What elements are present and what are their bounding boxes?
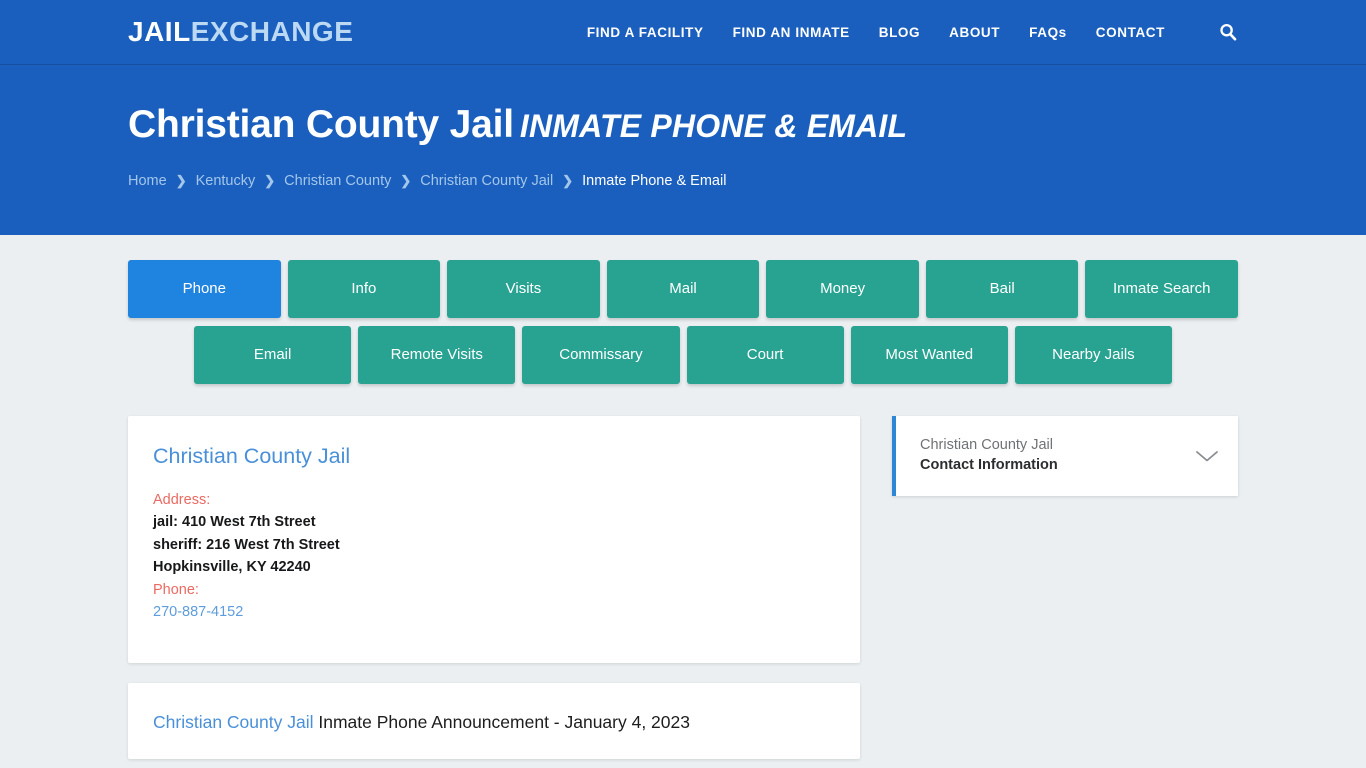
breadcrumb-item-kentucky[interactable]: Kentucky <box>196 173 256 189</box>
contact-information-accordion[interactable]: Christian County Jail Contact Informatio… <box>892 415 1238 496</box>
site-logo[interactable]: JAILEXCHANGE <box>128 18 353 46</box>
page-title: Christian County Jail INMATE PHONE & EMAI… <box>128 103 1238 147</box>
nav-about[interactable]: ABOUT <box>949 25 1000 40</box>
accordion-facility-name: Christian County Jail <box>920 437 1053 454</box>
site-header: JAILEXCHANGE FIND A FACILITY FIND AN INM… <box>0 0 1366 235</box>
tab-info[interactable]: Info <box>287 259 441 318</box>
top-navigation-bar: JAILEXCHANGE FIND A FACILITY FIND AN INM… <box>0 0 1366 65</box>
nav-links: FIND A FACILITY FIND AN INMATE BLOG ABOU… <box>587 22 1238 42</box>
tab-bar-row-2: Email Remote Visits Commissary Court Mos… <box>128 325 1238 384</box>
main-column: Christian County Jail Address: jail: 410… <box>128 415 860 760</box>
facility-name-link[interactable]: Christian County Jail <box>153 444 835 469</box>
breadcrumb-separator: ❯ <box>264 172 276 188</box>
tab-commissary[interactable]: Commissary <box>522 325 680 384</box>
search-icon[interactable] <box>1218 22 1238 42</box>
page-title-main: Christian County Jail <box>128 103 514 146</box>
breadcrumb-item-home[interactable]: Home <box>128 173 167 189</box>
breadcrumb: Home ❯ Kentucky ❯ Christian County ❯ Chr… <box>128 173 1238 235</box>
address-line-sheriff: sheriff: 216 West 7th Street <box>153 536 340 553</box>
phone-number-link[interactable]: 270-887-4152 <box>153 601 243 623</box>
phone-label: Phone: <box>153 581 199 598</box>
announcement-card: Christian County Jail Inmate Phone Annou… <box>128 683 860 760</box>
tab-email[interactable]: Email <box>193 325 352 384</box>
tab-bar-row-1: Phone Info Visits Mail Money Bail Inmate… <box>128 259 1239 318</box>
nav-faqs[interactable]: FAQs <box>1029 25 1067 40</box>
tab-nearby-jails[interactable]: Nearby Jails <box>1014 325 1173 384</box>
accordion-heading: Contact Information <box>920 456 1058 473</box>
tab-remote-visits[interactable]: Remote Visits <box>358 325 516 384</box>
breadcrumb-item-christian-county[interactable]: Christian County <box>284 173 391 189</box>
breadcrumb-item-current: Inmate Phone & Email <box>582 172 727 189</box>
address-line-city-state-zip: Hopkinsville, KY 42240 <box>153 559 311 576</box>
address-label: Address: <box>153 491 211 508</box>
nav-blog[interactable]: BLOG <box>879 25 920 40</box>
address-line-jail: jail: 410 West 7th Street <box>153 514 316 531</box>
announcement-title-rest: Inmate Phone Announcement - January 4, 2… <box>313 712 690 733</box>
logo-text-jail: JAIL <box>128 16 191 47</box>
page-title-band: Christian County Jail INMATE PHONE & EMAI… <box>0 65 1366 235</box>
facility-info-card: Christian County Jail Address: jail: 410… <box>128 415 860 664</box>
tab-court[interactable]: Court <box>686 325 844 384</box>
announcement-title: Christian County Jail Inmate Phone Annou… <box>153 711 835 734</box>
nav-contact[interactable]: CONTACT <box>1096 25 1165 40</box>
tab-most-wanted[interactable]: Most Wanted <box>850 325 1008 384</box>
logo-text-exchange: EXCHANGE <box>190 16 354 47</box>
nav-find-a-facility[interactable]: FIND A FACILITY <box>587 25 704 40</box>
nav-find-an-inmate[interactable]: FIND AN INMATE <box>733 25 850 40</box>
tab-money[interactable]: Money <box>766 259 919 318</box>
breadcrumb-separator: ❯ <box>175 172 187 188</box>
tab-visits[interactable]: Visits <box>447 259 600 318</box>
accordion-text: Christian County Jail Contact Informatio… <box>920 436 1184 475</box>
content-columns: Christian County Jail Address: jail: 410… <box>128 415 1238 760</box>
page-content: Phone Info Visits Mail Money Bail Inmate… <box>0 259 1366 760</box>
tab-inmate-search[interactable]: Inmate Search <box>1085 259 1239 318</box>
tab-bail[interactable]: Bail <box>925 259 1079 318</box>
page-title-sub: INMATE PHONE & EMAIL <box>519 108 908 144</box>
breadcrumb-separator: ❯ <box>400 172 412 188</box>
announcement-facility-link[interactable]: Christian County Jail <box>153 712 313 732</box>
sidebar-column: Christian County Jail Contact Informatio… <box>892 415 1238 760</box>
tab-phone[interactable]: Phone <box>128 259 281 318</box>
tab-mail[interactable]: Mail <box>606 259 760 318</box>
breadcrumb-separator: ❯ <box>562 172 574 188</box>
chevron-down-icon[interactable] <box>1194 448 1220 464</box>
breadcrumb-item-christian-county-jail[interactable]: Christian County Jail <box>420 173 553 189</box>
